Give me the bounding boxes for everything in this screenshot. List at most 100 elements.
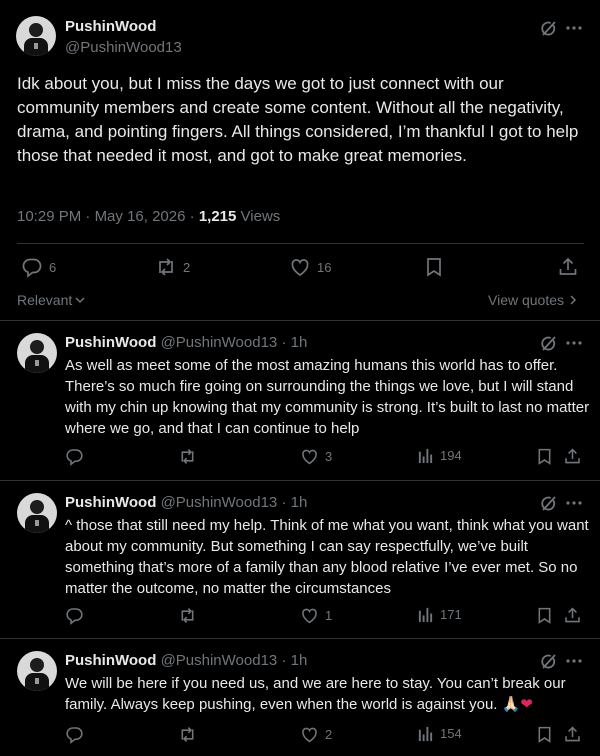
grok-icon[interactable] — [538, 494, 558, 514]
author-handle[interactable]: @PushinWood13 — [161, 652, 278, 669]
bookmark-icon — [535, 606, 554, 625]
reply-text: ^ those that still need my help. Think o… — [65, 517, 589, 597]
grok-icon[interactable] — [538, 334, 558, 354]
like-icon — [289, 256, 311, 278]
author-name[interactable]: PushinWood — [65, 334, 156, 351]
author-handle[interactable]: @PushinWood13 — [161, 334, 278, 351]
meta-separator: · — [281, 494, 287, 511]
views-button[interactable]: 194 — [417, 447, 462, 464]
views-icon — [417, 447, 434, 464]
repost-count: 2 — [183, 259, 191, 275]
repost-icon — [178, 725, 197, 744]
like-button[interactable]: 3 — [300, 447, 332, 466]
post-text: Idk about you, but I miss the days we go… — [17, 74, 579, 165]
bookmark-button[interactable] — [535, 447, 554, 466]
repost-icon — [178, 447, 197, 466]
chevron-down-icon — [74, 294, 86, 306]
repost-button[interactable] — [178, 606, 203, 625]
share-icon — [563, 447, 582, 466]
author-name[interactable]: PushinWood — [65, 494, 156, 511]
share-button[interactable] — [563, 725, 582, 744]
reply-icon — [65, 725, 84, 744]
quotes-label: View quotes — [488, 292, 565, 308]
avatar[interactable] — [16, 16, 56, 56]
more-icon[interactable] — [565, 19, 583, 37]
views-button[interactable]: 171 — [417, 606, 462, 623]
reply-icon — [65, 606, 84, 625]
avatar[interactable] — [17, 651, 57, 691]
meta-separator: · — [281, 652, 287, 669]
bookmark-icon — [535, 725, 554, 744]
like-count: 2 — [325, 727, 333, 742]
share-button[interactable] — [557, 256, 579, 278]
repost-button[interactable] — [178, 447, 203, 466]
repost-button[interactable]: 2 — [155, 256, 190, 278]
grok-icon[interactable] — [538, 652, 558, 672]
reply-button[interactable] — [65, 725, 90, 744]
views-count: 1,215 — [198, 208, 237, 225]
views-count: 194 — [440, 448, 462, 463]
bookmark-button[interactable] — [535, 606, 554, 625]
action-bar: 3 194 — [65, 447, 585, 469]
like-button[interactable]: 16 — [289, 256, 331, 278]
bookmark-icon — [535, 447, 554, 466]
reply-header: PushinWood @PushinWood13 · 1h — [65, 652, 307, 669]
more-icon[interactable] — [565, 652, 583, 670]
post-age[interactable]: 1h — [291, 494, 308, 511]
author-name[interactable]: PushinWood — [65, 652, 156, 669]
views-label: Views — [240, 208, 281, 225]
reply-button[interactable] — [65, 447, 90, 466]
more-icon[interactable] — [565, 494, 583, 512]
views-button[interactable]: 154 — [417, 725, 462, 742]
sort-label: Relevant — [17, 292, 73, 308]
main-post: PushinWood @PushinWood13 Idk about you, … — [0, 0, 600, 321]
repost-icon — [178, 606, 197, 625]
share-icon — [563, 606, 582, 625]
views-count: 171 — [440, 607, 462, 622]
avatar[interactable] — [17, 333, 57, 373]
reply-text: As well as meet some of the most amazing… — [65, 357, 590, 437]
reply-icon — [65, 447, 84, 466]
action-bar: 2 154 — [65, 725, 585, 747]
divider — [17, 243, 584, 244]
reply-icon — [21, 256, 43, 278]
author-name[interactable]: PushinWood — [65, 18, 156, 35]
view-quotes-link[interactable]: View quotes — [488, 292, 578, 308]
like-button[interactable]: 2 — [300, 725, 332, 744]
post-date[interactable]: May 16, 2026 — [95, 208, 186, 225]
post-age[interactable]: 1h — [291, 652, 308, 669]
like-icon — [300, 447, 319, 466]
like-button[interactable]: 1 — [300, 606, 332, 625]
reply-post[interactable]: PushinWood @PushinWood13 · 1h ^ those th… — [0, 481, 600, 639]
avatar[interactable] — [17, 493, 57, 533]
post-time[interactable]: 10:29 PM — [17, 208, 81, 225]
reply-post[interactable]: PushinWood @PushinWood13 · 1h As well as… — [0, 321, 600, 481]
author-handle[interactable]: @PushinWood13 — [65, 39, 182, 56]
share-button[interactable] — [563, 447, 582, 466]
like-icon — [300, 606, 319, 625]
reply-header: PushinWood @PushinWood13 · 1h — [65, 494, 307, 511]
bookmark-button[interactable] — [423, 256, 445, 278]
sort-relevant-button[interactable]: Relevant — [17, 292, 86, 308]
repost-icon — [155, 256, 177, 278]
author-handle[interactable]: @PushinWood13 — [161, 494, 278, 511]
bookmark-icon — [423, 256, 445, 278]
share-button[interactable] — [563, 606, 582, 625]
reply-header: PushinWood @PushinWood13 · 1h — [65, 334, 307, 351]
repost-button[interactable] — [178, 725, 203, 744]
meta-separator: · — [189, 208, 195, 225]
grok-icon[interactable] — [538, 19, 558, 39]
heart-emoji: ❤ — [520, 696, 533, 713]
reply-post[interactable]: PushinWood @PushinWood13 · 1h We will be… — [0, 639, 600, 756]
share-icon — [563, 725, 582, 744]
reply-button[interactable]: 6 — [21, 256, 56, 278]
post-age[interactable]: 1h — [291, 334, 308, 351]
bookmark-button[interactable] — [535, 725, 554, 744]
reply-count: 6 — [49, 259, 57, 275]
like-icon — [300, 725, 319, 744]
views-icon — [417, 725, 434, 742]
like-count: 1 — [325, 608, 333, 623]
reply-button[interactable] — [65, 606, 90, 625]
action-bar: 6 2 16 — [17, 256, 584, 280]
more-icon[interactable] — [565, 334, 583, 352]
